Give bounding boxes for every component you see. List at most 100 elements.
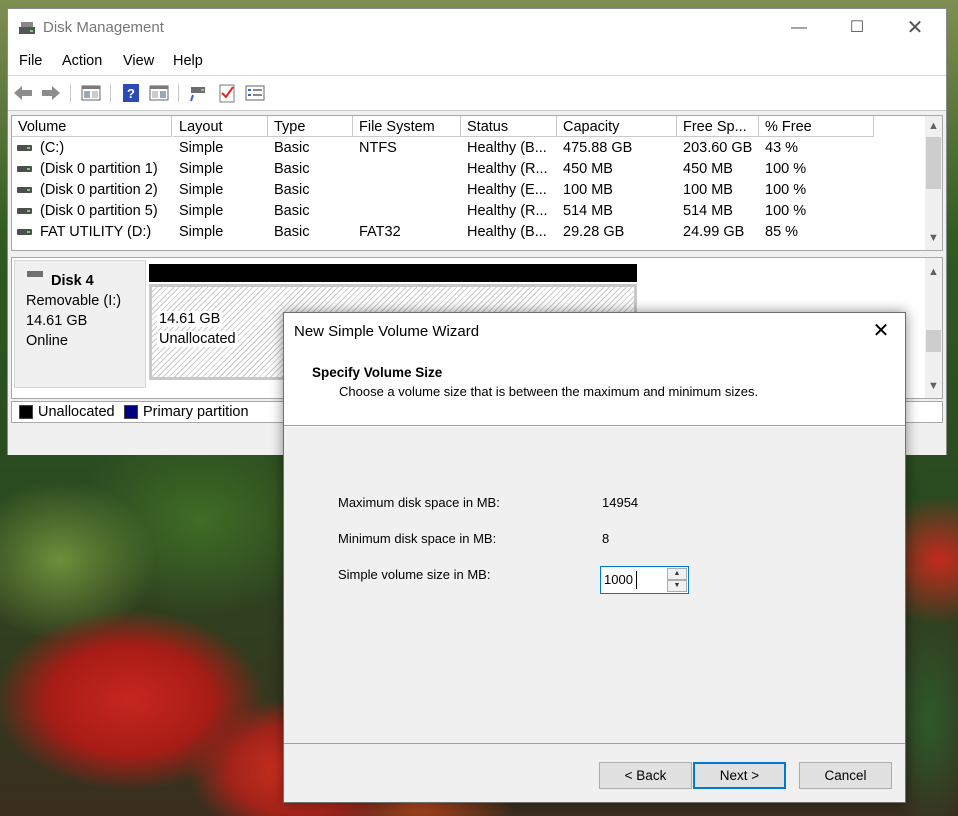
volume-layout: Simple — [179, 224, 224, 240]
volume-free-space: 450 MB — [683, 161, 733, 177]
volume-row[interactable]: (Disk 0 partition 5) Simple Basic Health… — [12, 201, 927, 222]
spin-down-icon[interactable]: ▼ — [667, 580, 687, 592]
legend-label-unallocated: Unallocated — [38, 404, 115, 420]
volume-free-space: 203.60 GB — [683, 140, 753, 156]
cancel-button[interactable]: Cancel — [799, 762, 892, 789]
connect-icon[interactable] — [188, 83, 210, 103]
back-button[interactable]: < Back — [599, 762, 692, 789]
volume-percent-free: 100 % — [765, 161, 807, 177]
menu-bar: File Action View Help — [8, 47, 946, 76]
header-divider — [284, 426, 905, 427]
drive-icon — [17, 145, 32, 151]
column-header-volume[interactable]: Volume — [12, 116, 172, 137]
scrollbar-thumb[interactable] — [926, 137, 941, 189]
volume-row[interactable]: (C:) Simple Basic NTFS Healthy (B... 475… — [12, 138, 927, 159]
volume-capacity: 475.88 GB — [563, 140, 633, 156]
volume-file-system: FAT32 — [359, 224, 401, 240]
volume-percent-free: 43 % — [765, 140, 799, 156]
volume-free-space: 24.99 GB — [683, 224, 745, 240]
next-button[interactable]: Next > — [693, 762, 786, 789]
disk-state: Online — [26, 333, 68, 349]
window-title: Disk Management — [43, 19, 164, 36]
maximize-button[interactable]: ☐ — [834, 14, 880, 42]
scrollbar-thumb[interactable] — [926, 330, 941, 352]
volume-row[interactable]: (Disk 0 partition 1) Simple Basic Health… — [12, 159, 927, 180]
column-header-capacity[interactable]: Capacity — [557, 116, 677, 137]
disk-label[interactable]: Disk 4 Removable (I:) 14.61 GB Online — [14, 260, 146, 388]
menu-action[interactable]: Action — [62, 53, 102, 69]
volume-name: FAT UTILITY (D:) — [40, 224, 152, 240]
wizard-heading: Specify Volume Size — [312, 365, 443, 380]
toolbar-separator — [178, 84, 179, 102]
scroll-down-arrow-icon[interactable]: ▼ — [925, 230, 942, 247]
volume-name: (Disk 0 partition 5) — [40, 203, 158, 219]
title-bar[interactable]: Disk Management — ☐ ✕ — [8, 9, 946, 47]
help-icon[interactable]: ? — [120, 83, 142, 103]
volume-list: Volume Layout Type File System Status Ca… — [11, 115, 943, 251]
scroll-up-arrow-icon[interactable]: ▲ — [925, 264, 942, 281]
menu-view[interactable]: View — [123, 53, 154, 69]
close-button[interactable]: ✕ — [892, 14, 938, 42]
partition-status: Unallocated — [157, 331, 238, 347]
column-header-type[interactable]: Type — [268, 116, 353, 137]
volume-size-stepper[interactable]: 1000 ▲ ▼ — [600, 566, 689, 594]
text-caret — [636, 571, 637, 589]
volume-layout: Simple — [179, 161, 224, 177]
drive-icon — [17, 229, 32, 235]
volume-layout: Simple — [179, 203, 224, 219]
legend-swatch-primary — [124, 405, 138, 419]
volume-layout: Simple — [179, 182, 224, 198]
volume-type: Basic — [274, 203, 310, 219]
volume-list-header: Volume Layout Type File System Status Ca… — [12, 116, 927, 138]
removable-disk-icon — [27, 271, 43, 277]
volume-row[interactable]: (Disk 0 partition 2) Simple Basic Health… — [12, 180, 927, 201]
max-disk-space-label: Maximum disk space in MB: — [338, 495, 500, 510]
column-header-file-system[interactable]: File System — [353, 116, 461, 137]
svg-text:?: ? — [127, 86, 135, 101]
volume-list-scrollbar[interactable]: ▲ ▼ — [925, 116, 942, 250]
volume-status: Healthy (B... — [467, 140, 547, 156]
column-header-status[interactable]: Status — [461, 116, 557, 137]
scroll-down-arrow-icon[interactable]: ▼ — [925, 378, 942, 395]
column-header-free-space[interactable]: Free Sp... — [677, 116, 759, 137]
column-header-percent-free[interactable]: % Free — [759, 116, 874, 137]
menu-help[interactable]: Help — [173, 53, 203, 69]
check-icon[interactable] — [216, 83, 238, 103]
minimize-button[interactable]: — — [776, 14, 822, 42]
footer-divider — [284, 743, 905, 744]
volume-row[interactable]: FAT UTILITY (D:) Simple Basic FAT32 Heal… — [12, 222, 927, 243]
volume-size-input[interactable]: 1000 — [604, 572, 633, 587]
menu-file[interactable]: File — [19, 53, 42, 69]
drive-icon — [17, 208, 32, 214]
volume-name: (Disk 0 partition 1) — [40, 161, 158, 177]
toolbar-separator — [70, 84, 71, 102]
console-tree-icon[interactable] — [80, 83, 102, 103]
volume-status: Healthy (R... — [467, 203, 548, 219]
wizard-close-button[interactable]: ✕ — [869, 319, 893, 343]
volume-free-space: 514 MB — [683, 203, 733, 219]
scroll-up-arrow-icon[interactable]: ▲ — [925, 118, 942, 135]
volume-type: Basic — [274, 140, 310, 156]
partition-size: 14.61 GB — [157, 311, 223, 327]
forward-arrow-icon[interactable] — [40, 83, 62, 103]
list-view-icon[interactable] — [244, 83, 266, 103]
disk-management-app-icon — [19, 22, 35, 34]
drive-icon — [17, 166, 32, 172]
wizard-header: Specify Volume Size Choose a volume size… — [284, 351, 905, 426]
volume-size-label: Simple volume size in MB: — [338, 567, 491, 582]
volume-percent-free: 85 % — [765, 224, 799, 240]
disk-size: 14.61 GB — [26, 313, 88, 329]
volume-percent-free: 100 % — [765, 203, 807, 219]
volume-layout: Simple — [179, 140, 224, 156]
volume-status: Healthy (R... — [467, 161, 548, 177]
wizard-title-bar[interactable]: New Simple Volume Wizard ✕ — [284, 313, 905, 351]
spin-up-icon[interactable]: ▲ — [667, 568, 687, 580]
toolbar: ? — [8, 76, 946, 111]
column-header-layout[interactable]: Layout — [173, 116, 268, 137]
back-arrow-icon[interactable] — [12, 83, 34, 103]
volume-status: Healthy (E... — [467, 182, 547, 198]
disk-view-scrollbar[interactable]: ▲ ▼ — [925, 258, 942, 398]
volume-percent-free: 100 % — [765, 182, 807, 198]
drive-icon — [17, 187, 32, 193]
properties-icon[interactable] — [148, 83, 170, 103]
